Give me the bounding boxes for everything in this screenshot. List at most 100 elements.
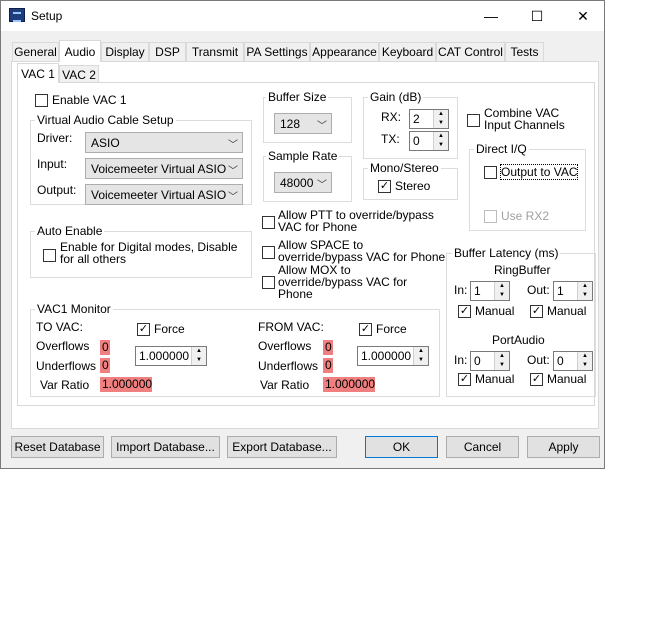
gain-title: Gain (dB) <box>368 90 424 104</box>
tab-cat-control[interactable]: CAT Control <box>436 42 505 61</box>
auto-enable-label: Enable for Digital modes, Disable for al… <box>60 240 238 266</box>
pa-out-spinner[interactable]: 0 ▲ ▼ <box>553 351 593 371</box>
input-label: Input: <box>37 157 68 171</box>
chevron-down-icon: ﹀ <box>228 140 238 151</box>
vac1-monitor-title: VAC1 Monitor <box>35 302 113 316</box>
rb-in-spinner[interactable]: 1 ▲ ▼ <box>470 281 510 301</box>
pa-out-manual-checkbox[interactable]: ✓ <box>530 373 543 386</box>
tab-dsp[interactable]: DSP <box>149 42 186 61</box>
input-select[interactable]: Voicemeeter Virtual ASIO ﹀ <box>85 158 243 179</box>
from-vac-force-checkbox[interactable]: ✓ <box>359 323 372 336</box>
from-underflows-value: 0 <box>323 358 333 373</box>
to-vac-force-label: Force <box>154 322 185 336</box>
close-button[interactable]: ✕ <box>560 1 606 31</box>
to-overflows-value: 0 <box>100 340 110 355</box>
pa-in-spinner[interactable]: 0 ▲ ▼ <box>470 351 510 371</box>
setup-window: Setup — ☐ ✕ General Audio Display DSP Tr… <box>0 0 605 469</box>
auto-enable-title: Auto Enable <box>35 224 105 238</box>
subtab-vac1[interactable]: VAC 1 <box>17 63 59 83</box>
from-vac-force-label: Force <box>376 322 407 336</box>
audio-tab-panel: VAC 1 VAC 2 Enable VAC 1 Virtual Audio C… <box>11 61 599 429</box>
output-to-vac-checkbox[interactable] <box>484 166 497 179</box>
minimize-button[interactable]: — <box>468 1 514 31</box>
tab-keyboard[interactable]: Keyboard <box>379 42 436 61</box>
allow-ptt-checkbox[interactable] <box>262 216 275 229</box>
to-overflows-label: Overflows <box>36 339 90 353</box>
sample-rate-select[interactable]: 48000 ﹀ <box>274 172 332 193</box>
ok-button[interactable]: OK <box>365 436 438 458</box>
rb-in-label: In: <box>454 283 468 297</box>
tx-gain-spinner[interactable]: 0 ▲ ▼ <box>409 131 449 151</box>
pa-out-label: Out: <box>527 353 550 367</box>
reset-database-button[interactable]: Reset Database <box>11 436 104 458</box>
chevron-down-icon: ﹀ <box>317 180 327 191</box>
maximize-button[interactable]: ☐ <box>514 1 560 31</box>
allow-mox-label: Allow MOX to override/bypass VAC for Pho… <box>278 263 408 301</box>
auto-enable-checkbox[interactable] <box>43 249 56 262</box>
rx-gain-label: RX: <box>381 110 402 124</box>
tab-tests[interactable]: Tests <box>505 42 544 61</box>
rb-in-manual-checkbox[interactable]: ✓ <box>458 305 471 318</box>
from-underflows-label: Underflows <box>258 359 319 373</box>
to-underflows-label: Underflows <box>36 359 97 373</box>
cable-setup-title: Virtual Audio Cable Setup <box>35 113 176 127</box>
combine-vac-label: Combine VAC Input Channels <box>484 106 565 132</box>
output-select[interactable]: Voicemeeter Virtual ASIO ﹀ <box>85 184 243 205</box>
tab-general[interactable]: General <box>12 42 59 61</box>
portaudio-label: PortAudio <box>492 333 545 347</box>
tab-appearance[interactable]: Appearance <box>310 42 379 61</box>
sample-rate-title: Sample Rate <box>266 149 340 163</box>
to-vac-force-checkbox[interactable]: ✓ <box>137 323 150 336</box>
driver-label: Driver: <box>37 131 73 145</box>
cancel-button[interactable]: Cancel <box>446 436 519 458</box>
buffer-size-select[interactable]: 128 ﹀ <box>274 113 332 134</box>
rb-out-manual-checkbox[interactable]: ✓ <box>530 305 543 318</box>
tab-pa-settings[interactable]: PA Settings <box>244 42 310 61</box>
from-overflows-label: Overflows <box>258 339 312 353</box>
pa-in-label: In: <box>454 353 468 367</box>
vac1-page: Enable VAC 1 Virtual Audio Cable Setup D… <box>17 82 596 406</box>
stereo-label: Stereo <box>395 179 431 193</box>
app-icon <box>9 8 25 22</box>
chevron-down-icon: ﹀ <box>317 121 327 132</box>
direct-iq-title: Direct I/Q <box>474 142 529 156</box>
allow-mox-checkbox[interactable] <box>262 276 275 289</box>
buffer-size-title: Buffer Size <box>266 90 329 104</box>
from-var-ratio-label: Var Ratio <box>260 378 310 392</box>
from-vac-ratio-spinner[interactable]: 1.000000 ▲ ▼ <box>357 346 429 366</box>
stereo-checkbox[interactable]: ✓ <box>378 180 391 193</box>
driver-select[interactable]: ASIO ﹀ <box>85 132 243 153</box>
tab-display[interactable]: Display <box>101 42 149 61</box>
subtab-vac2[interactable]: VAC 2 <box>59 65 99 83</box>
to-var-ratio-label: Var Ratio <box>40 378 90 392</box>
buffer-latency-title: Buffer Latency (ms) <box>452 246 561 260</box>
rx-gain-spinner[interactable]: 2 ▲ ▼ <box>409 109 449 129</box>
import-database-button[interactable]: Import Database... <box>111 436 220 458</box>
to-vac-ratio-spinner[interactable]: 1.000000 ▲ ▼ <box>135 346 207 366</box>
rb-out-spinner[interactable]: 1 ▲ ▼ <box>553 281 593 301</box>
use-rx2-label: Use RX2 <box>501 209 550 223</box>
chevron-down-icon: ﹀ <box>228 192 238 203</box>
tx-gain-label: TX: <box>381 132 400 146</box>
tab-transmit[interactable]: Transmit <box>186 42 244 61</box>
export-database-button[interactable]: Export Database... <box>227 436 337 458</box>
allow-ptt-label: Allow PTT to override/bypass VAC for Pho… <box>278 208 434 234</box>
allow-space-checkbox[interactable] <box>262 246 275 259</box>
ringbuffer-label: RingBuffer <box>494 263 551 277</box>
combine-vac-checkbox[interactable] <box>467 114 480 127</box>
window-title: Setup <box>31 9 63 23</box>
pa-in-manual-checkbox[interactable]: ✓ <box>458 373 471 386</box>
to-vac-label: TO VAC: <box>36 320 83 334</box>
use-rx2-checkbox[interactable] <box>484 210 497 223</box>
from-overflows-value: 0 <box>323 340 333 355</box>
output-to-vac-label: Output to VAC <box>499 164 579 180</box>
title-bar: Setup — ☐ ✕ <box>1 1 604 31</box>
rb-out-manual-label: Manual <box>547 304 587 318</box>
from-vac-label: FROM VAC: <box>258 320 324 334</box>
apply-button[interactable]: Apply <box>527 436 600 458</box>
from-var-ratio-value: 1.000000 <box>323 377 376 392</box>
output-label: Output: <box>37 183 77 197</box>
enable-vac1-label: Enable VAC 1 <box>52 93 127 107</box>
tab-audio[interactable]: Audio <box>59 40 101 62</box>
enable-vac1-checkbox[interactable] <box>35 94 48 107</box>
